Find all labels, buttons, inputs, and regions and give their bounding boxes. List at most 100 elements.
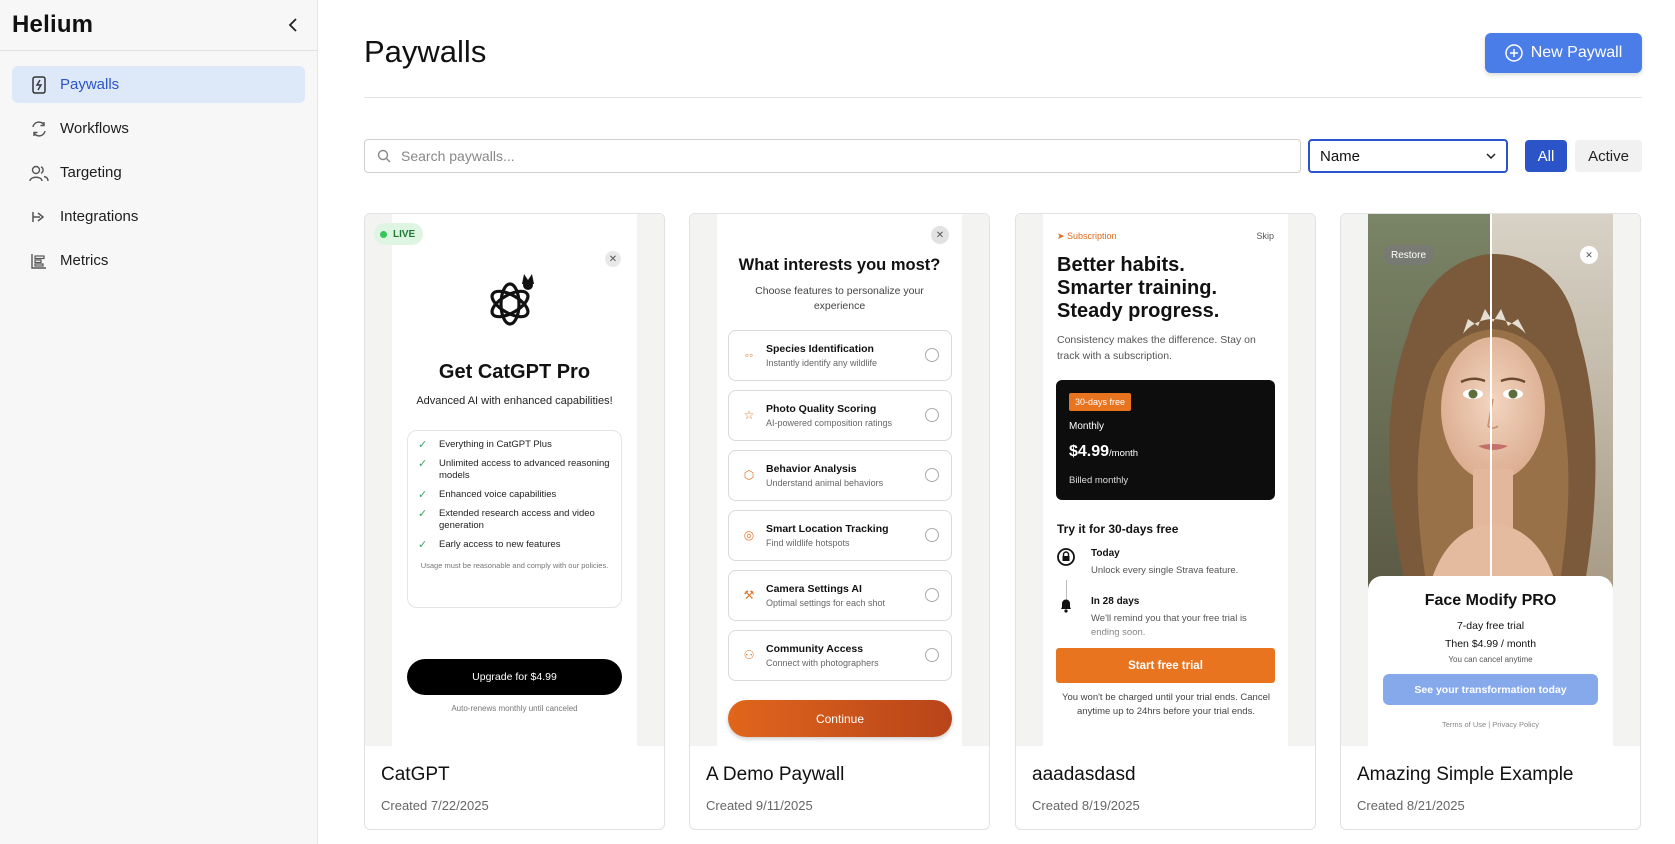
bell-icon	[1057, 596, 1075, 614]
users-icon	[29, 163, 49, 183]
check-icon: ✓	[418, 458, 428, 470]
free-trial-tag: 30-days free	[1069, 393, 1132, 411]
paywall-card[interactable]: ✕ What interests you most? Choose featur…	[689, 213, 990, 830]
close-icon: ✕	[1580, 246, 1598, 264]
wrench-icon: ⚒	[743, 588, 755, 602]
upgrade-button: Upgrade for $4.99	[407, 659, 622, 695]
feature-item: ✓ Enhanced voice capabilities	[418, 489, 611, 501]
search-input[interactable]	[401, 148, 1251, 164]
sidebar-item-label: Paywalls	[60, 76, 120, 93]
close-icon: ✕	[605, 251, 621, 267]
new-paywall-button[interactable]: New Paywall	[1485, 33, 1642, 73]
price-amount: $4.99	[1069, 443, 1110, 460]
feature-item: ✓ Everything in CatGPT Plus	[418, 439, 611, 451]
option-desc: Instantly identify any wildlife	[766, 358, 878, 368]
plus-circle-icon	[1504, 44, 1523, 62]
paywall-card[interactable]: LIVE ✕ Get CatGPT Pro Advanced AI with e…	[364, 213, 665, 830]
new-paywall-label: New Paywall	[1530, 44, 1623, 61]
option-title: Species Identification	[766, 343, 874, 355]
option-radio	[925, 348, 939, 362]
billing-note: Billed monthly	[1069, 475, 1129, 486]
check-icon: ✓	[418, 439, 428, 451]
sidebar-item-targeting[interactable]: Targeting	[12, 154, 305, 191]
binoculars-icon: ◦◦	[744, 348, 754, 362]
sort-select[interactable]: Name	[1308, 139, 1508, 173]
paywall-card[interactable]: ➤ Subscription Skip Better habits. Smart…	[1015, 213, 1316, 830]
sidebar-item-label: Targeting	[60, 164, 122, 181]
sidebar-item-paywalls[interactable]: Paywalls	[12, 66, 305, 103]
start-trial-button: Start free trial	[1056, 648, 1275, 683]
phone-screen: ✕ Get CatGPT Pro Advanced AI with enhanc…	[392, 214, 637, 746]
card-created-date: Created 9/11/2025	[706, 798, 813, 813]
option-radio	[925, 648, 939, 662]
option-title: Camera Settings AI	[766, 583, 862, 595]
paywall-card[interactable]: Restore ✕ Face Modify PRO 7-day free tri…	[1340, 213, 1641, 830]
preview-subtitle: Advanced AI with enhanced capabilities!	[416, 395, 613, 407]
card-title: aaadasdasd	[1032, 764, 1136, 785]
feature-item: ✓ Unlimited access to advanced reasoning …	[418, 458, 611, 482]
check-icon: ✓	[418, 539, 428, 551]
sidebar-item-workflows[interactable]: Workflows	[12, 110, 305, 147]
interest-option: ◎ Smart Location Tracking Find wildlife …	[728, 510, 952, 561]
header-divider	[364, 97, 1642, 98]
catgpt-logo-icon	[490, 274, 534, 326]
preview-title: Get CatGPT Pro	[438, 361, 591, 383]
option-title: Photo Quality Scoring	[766, 403, 877, 415]
preview-headline: Better habits. Smarter training. Steady …	[1057, 254, 1277, 323]
option-title: Smart Location Tracking	[766, 523, 889, 535]
refresh-icon	[29, 119, 49, 139]
sidebar-header: Helium	[0, 0, 317, 51]
preview-title: Face Modify PRO	[1424, 592, 1557, 609]
feature-text: Extended research access and video gener…	[439, 508, 595, 531]
step-desc: Unlock every single Strava feature.	[1091, 565, 1239, 576]
preview-title: What interests you most?	[738, 256, 941, 274]
option-title: Community Access	[766, 643, 864, 655]
before-after-photo	[1368, 214, 1613, 594]
live-dot	[380, 230, 387, 238]
feature-text: Enhanced voice capabilities	[439, 489, 557, 500]
interest-option: ☆ Photo Quality Scoring AI-powered compo…	[728, 390, 952, 441]
filter-all-button[interactable]: All	[1525, 140, 1567, 172]
feature-item: ✓ Extended research access and video gene…	[418, 508, 611, 532]
sidebar-item-integrations[interactable]: Integrations	[12, 198, 305, 235]
sort-select-value: Name	[1320, 147, 1361, 165]
preview-description: Consistency makes the difference. Stay o…	[1057, 334, 1256, 362]
phone-screen: ➤ Subscription Skip Better habits. Smart…	[1043, 214, 1288, 746]
feature-item: ✓ Early access to new features	[418, 539, 611, 551]
price-text: Then $4.99 / month	[1444, 638, 1537, 650]
collapse-sidebar-button[interactable]	[281, 13, 305, 37]
interest-option: ⬡ Behavior Analysis Understand animal be…	[728, 450, 952, 501]
chevron-down-icon	[1486, 153, 1496, 159]
paywall-preview: Restore ✕ Face Modify PRO 7-day free tri…	[1341, 214, 1640, 746]
sidebar-item-label: Metrics	[60, 252, 109, 269]
charge-note: You won't be charged until your trial en…	[1062, 692, 1270, 717]
check-icon: ✓	[418, 508, 428, 520]
card-title: CatGPT	[381, 764, 450, 785]
card-created-date: Created 8/21/2025	[1357, 798, 1465, 813]
option-desc: Understand animal behaviors	[766, 478, 884, 488]
feature-text: Unlimited access to advanced reasoning m…	[439, 458, 610, 481]
trial-heading: Try it for 30-days free	[1057, 522, 1179, 536]
paywall-icon	[29, 75, 49, 95]
card-created-date: Created 7/22/2025	[381, 798, 489, 813]
option-title: Behavior Analysis	[766, 463, 857, 475]
paywall-preview: ➤ Subscription Skip Better habits. Smart…	[1016, 214, 1315, 746]
subscription-label: ➤ Subscription	[1057, 231, 1117, 241]
legal-links: Terms of Use | Privacy Policy	[1442, 720, 1539, 729]
interest-option: ⚒ Camera Settings AI Optimal settings fo…	[728, 570, 952, 621]
card-created-date: Created 8/19/2025	[1032, 798, 1140, 813]
sidebar-item-metrics[interactable]: Metrics	[12, 242, 305, 279]
option-radio	[925, 588, 939, 602]
main-content: Paywalls New Paywall Name All Active LIV…	[318, 0, 1675, 844]
price-box: 30-days free Monthly $4.99/month Billed …	[1056, 380, 1275, 500]
search-icon	[377, 149, 391, 163]
filter-active-button[interactable]: Active	[1575, 140, 1642, 172]
renew-note: Auto-renews monthly until canceled	[451, 704, 578, 713]
step-title: Today	[1091, 548, 1120, 559]
option-desc: Optimal settings for each shot	[766, 598, 886, 608]
lock-icon	[1057, 548, 1075, 566]
headline-line: Better habits.	[1057, 254, 1185, 276]
transformation-button: See your transformation today	[1383, 674, 1598, 705]
paywall-preview: ✕ What interests you most? Choose featur…	[690, 214, 989, 746]
offer-sheet: Face Modify PRO 7-day free trial Then $4…	[1368, 576, 1613, 746]
